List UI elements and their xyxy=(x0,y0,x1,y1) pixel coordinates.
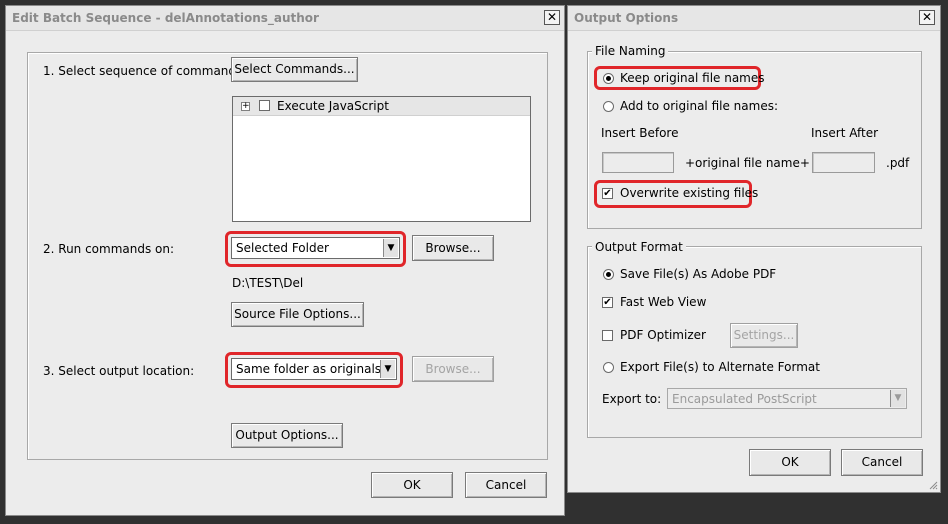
cancel-button[interactable]: Cancel xyxy=(465,472,547,498)
chevron-down-icon[interactable]: ▼ xyxy=(380,360,395,378)
batch-dialog-title: Edit Batch Sequence - delAnnotations_aut… xyxy=(12,11,319,25)
output-options-button[interactable]: Output Options... xyxy=(231,423,343,448)
add-to-original-radio[interactable] xyxy=(603,101,614,112)
radio-dot-icon xyxy=(606,272,611,277)
run-on-value: Selected Folder xyxy=(236,241,329,255)
output-format-legend: Output Format xyxy=(592,240,686,254)
keep-original-label[interactable]: Keep original file names xyxy=(620,71,765,85)
insert-before-label: Insert Before xyxy=(601,126,679,140)
add-to-original-label[interactable]: Add to original file names: xyxy=(620,99,778,113)
commands-list[interactable]: + Execute JavaScript xyxy=(232,96,531,222)
output-dialog-title: Output Options xyxy=(574,11,679,25)
keep-original-radio[interactable] xyxy=(603,73,614,84)
cancel-button[interactable]: Cancel xyxy=(841,449,923,476)
batch-dialog-titlebar[interactable]: Edit Batch Sequence - delAnnotations_aut… xyxy=(6,6,564,31)
resize-grip-icon[interactable] xyxy=(928,480,938,490)
insert-after-input xyxy=(812,152,875,173)
pdf-optimizer-label[interactable]: PDF Optimizer xyxy=(620,328,706,342)
step1-label: 1. Select sequence of commands: xyxy=(43,64,247,78)
pdf-optimizer-checkbox[interactable] xyxy=(602,330,613,341)
overwrite-label[interactable]: Overwrite existing files xyxy=(620,186,758,200)
fast-web-view-label[interactable]: Fast Web View xyxy=(620,295,706,309)
fast-web-view-checkbox[interactable]: ✔ xyxy=(602,297,613,308)
file-naming-legend: File Naming xyxy=(592,44,669,58)
command-checkbox[interactable] xyxy=(259,100,270,111)
export-alternate-radio[interactable] xyxy=(603,362,614,373)
browse-output-button: Browse... xyxy=(412,356,494,382)
browse-button[interactable]: Browse... xyxy=(412,235,494,261)
edit-batch-sequence-dialog: Edit Batch Sequence - delAnnotations_aut… xyxy=(5,5,565,516)
output-location-value: Same folder as originals xyxy=(236,362,382,376)
insert-after-label: Insert After xyxy=(811,126,879,140)
ok-button[interactable]: OK xyxy=(371,472,453,498)
chevron-down-icon[interactable]: ▼ xyxy=(383,239,398,257)
list-item[interactable]: + Execute JavaScript xyxy=(233,97,530,116)
ok-button[interactable]: OK xyxy=(749,449,831,476)
pdf-suffix-text: .pdf xyxy=(886,156,910,170)
original-name-text: +original file name+ xyxy=(685,156,810,170)
output-close-icon[interactable]: ✕ xyxy=(919,10,935,25)
step2-label: 2. Run commands on: xyxy=(43,242,175,256)
source-file-options-button[interactable]: Source File Options... xyxy=(231,302,364,327)
batch-close-icon[interactable]: ✕ xyxy=(544,10,560,25)
output-options-dialog: Output Options ✕ File Naming Keep origin… xyxy=(567,5,941,493)
chevron-down-icon: ▼ xyxy=(890,390,905,407)
export-to-select: Encapsulated PostScript ▼ xyxy=(667,388,907,409)
select-commands-button[interactable]: Select Commands... xyxy=(231,57,358,82)
run-commands-on-select[interactable]: Selected Folder ▼ xyxy=(231,237,400,259)
export-to-value: Encapsulated PostScript xyxy=(672,392,817,406)
output-location-select[interactable]: Same folder as originals ▼ xyxy=(231,358,397,380)
overwrite-checkbox[interactable]: ✔ xyxy=(602,188,613,199)
expand-icon[interactable]: + xyxy=(241,102,250,111)
radio-dot-icon xyxy=(606,76,611,81)
output-dialog-titlebar[interactable]: Output Options ✕ xyxy=(568,6,940,31)
command-label: Execute JavaScript xyxy=(277,99,389,113)
save-pdf-label[interactable]: Save File(s) As Adobe PDF xyxy=(620,267,776,281)
export-to-label: Export to: xyxy=(602,392,662,406)
settings-button: Settings... xyxy=(730,323,798,348)
selected-path: D:\TEST\Del xyxy=(232,276,304,290)
save-pdf-radio[interactable] xyxy=(603,269,614,280)
step3-label: 3. Select output location: xyxy=(43,364,195,378)
insert-before-input xyxy=(602,152,674,173)
export-alternate-label[interactable]: Export File(s) to Alternate Format xyxy=(620,360,820,374)
